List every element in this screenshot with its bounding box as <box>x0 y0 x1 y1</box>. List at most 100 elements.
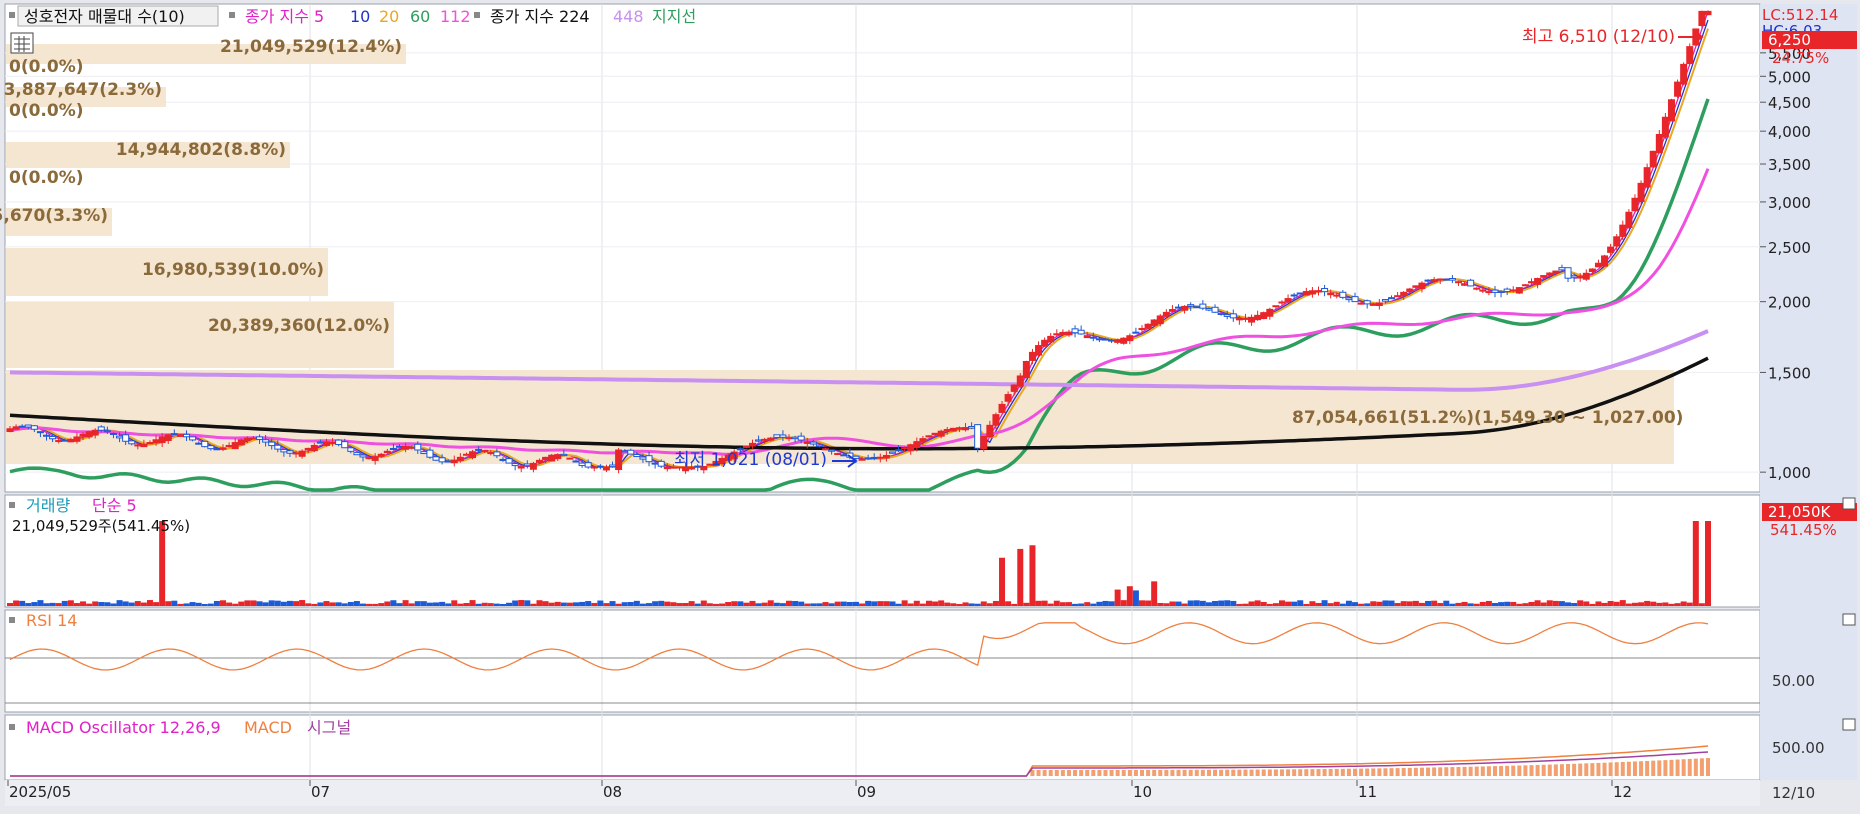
macd-osc-bar <box>1632 761 1637 776</box>
candle-body <box>122 434 130 442</box>
table-icon[interactable] <box>10 32 34 54</box>
volume-ma[interactable]: 단순 5 <box>92 496 137 515</box>
macd-osc-bar <box>1085 769 1090 776</box>
time-axis <box>5 780 1760 806</box>
macd-osc-bar <box>1523 765 1528 776</box>
volume-bar <box>1151 581 1158 606</box>
candle-body <box>888 451 896 454</box>
volume-bar <box>554 601 561 606</box>
legend-ma112[interactable]: 112 <box>440 7 471 26</box>
volume-bar <box>1382 600 1389 606</box>
candle-body <box>359 454 367 458</box>
macd-label[interactable]: MACD <box>244 718 292 737</box>
legend-ma224[interactable]: 종가 지수 224 <box>490 7 590 26</box>
volume-bar <box>573 602 579 606</box>
volume-bar <box>1583 601 1590 606</box>
candle-body <box>584 462 592 468</box>
macd-osc-bar <box>1316 769 1321 776</box>
candle-body <box>919 438 927 443</box>
volume-bar <box>408 603 415 606</box>
legend-support[interactable]: 지지선 <box>652 7 696 26</box>
candle-body <box>931 432 939 436</box>
candle-body <box>785 437 793 440</box>
volume-bar <box>1479 601 1486 606</box>
macd-osc-bar <box>1261 769 1266 776</box>
candle-body <box>1028 351 1036 361</box>
volume-close-icon[interactable] <box>1842 497 1856 510</box>
legend-ma60[interactable]: 60 <box>410 7 430 26</box>
volume-bar <box>98 602 105 606</box>
price-tick-label: 4,000 <box>1768 123 1811 141</box>
candle-body <box>1223 314 1231 317</box>
volume-bar <box>1473 603 1480 606</box>
volume-bar <box>986 603 993 606</box>
volume-bar <box>1370 601 1377 606</box>
candle-body <box>1296 292 1304 295</box>
candle-body <box>1394 295 1402 298</box>
volume-bar <box>1406 601 1413 606</box>
legend-title[interactable]: 성호전자 매물대 수(10) <box>24 7 185 26</box>
volume-panel[interactable] <box>4 494 1761 608</box>
volume-bar <box>1589 603 1596 606</box>
legend-ma20[interactable]: 20 <box>379 7 399 26</box>
volume-bar <box>1224 600 1231 606</box>
volume-bar <box>737 601 744 606</box>
volume-bar <box>487 603 494 606</box>
macd-osc-bar <box>1407 767 1412 776</box>
candle-body <box>1375 302 1383 307</box>
macd-osc-bar <box>1608 762 1613 776</box>
legend-ma448[interactable]: 448 <box>613 7 644 26</box>
candle-body <box>396 445 404 448</box>
macd-osc-bar <box>1669 759 1674 776</box>
candle-body <box>761 438 769 441</box>
volume-bar <box>560 602 567 606</box>
macd-close-icon[interactable] <box>1842 718 1856 731</box>
volume-bar <box>341 603 348 606</box>
volume-bar <box>274 600 281 606</box>
volume-bar <box>731 601 738 606</box>
volume-bar <box>1297 600 1304 606</box>
candle-body <box>803 441 811 444</box>
rsi-title[interactable]: RSI 14 <box>26 611 77 630</box>
legend-ma10[interactable]: 10 <box>350 7 370 26</box>
volume-bar <box>323 601 330 606</box>
macd-osc-bar <box>1651 760 1656 776</box>
volume-bar <box>433 602 440 606</box>
volume-bar <box>1157 603 1164 606</box>
macd-title[interactable]: MACD Oscillator 12,26,9 <box>26 718 221 737</box>
volume-bar <box>767 600 774 606</box>
candle-body <box>1108 339 1116 342</box>
volume-bar <box>165 601 172 606</box>
time-label: 11 <box>1358 783 1377 801</box>
volume-title[interactable]: 거래량 <box>26 496 70 515</box>
volume-bar <box>597 600 604 606</box>
candle-body <box>1661 116 1669 138</box>
candle-body <box>103 430 111 433</box>
macd-osc-bar <box>1103 769 1108 776</box>
volume-bar <box>566 602 573 606</box>
legend-ma5[interactable]: 종가 지수 5 <box>245 7 324 26</box>
candle-body <box>97 426 105 431</box>
signal-label[interactable]: 시그널 <box>307 718 351 737</box>
rsi-close-icon[interactable] <box>1842 613 1856 626</box>
volume-bar <box>1650 601 1657 606</box>
candle-body <box>6 428 14 433</box>
candle-body <box>828 449 836 452</box>
candle-body <box>852 455 860 459</box>
volume-bar <box>1193 600 1200 606</box>
volume-bar <box>1376 601 1383 606</box>
volume-bar <box>13 600 20 606</box>
volume-bar <box>31 602 38 606</box>
volume-bar <box>1394 603 1401 606</box>
volume-bar <box>439 601 446 606</box>
candle-body <box>1607 246 1615 253</box>
volume-badge: 21,050K <box>1768 503 1831 521</box>
price-tick-label: 4,500 <box>1768 94 1811 112</box>
volume-bar <box>1072 603 1079 606</box>
macd-osc-bar <box>1097 769 1102 776</box>
volume-bar <box>1260 601 1267 606</box>
volume-bar <box>451 600 458 606</box>
volume-bar <box>1065 602 1072 606</box>
rsi-panel[interactable] <box>4 609 1761 713</box>
volume-bar <box>1059 602 1066 606</box>
